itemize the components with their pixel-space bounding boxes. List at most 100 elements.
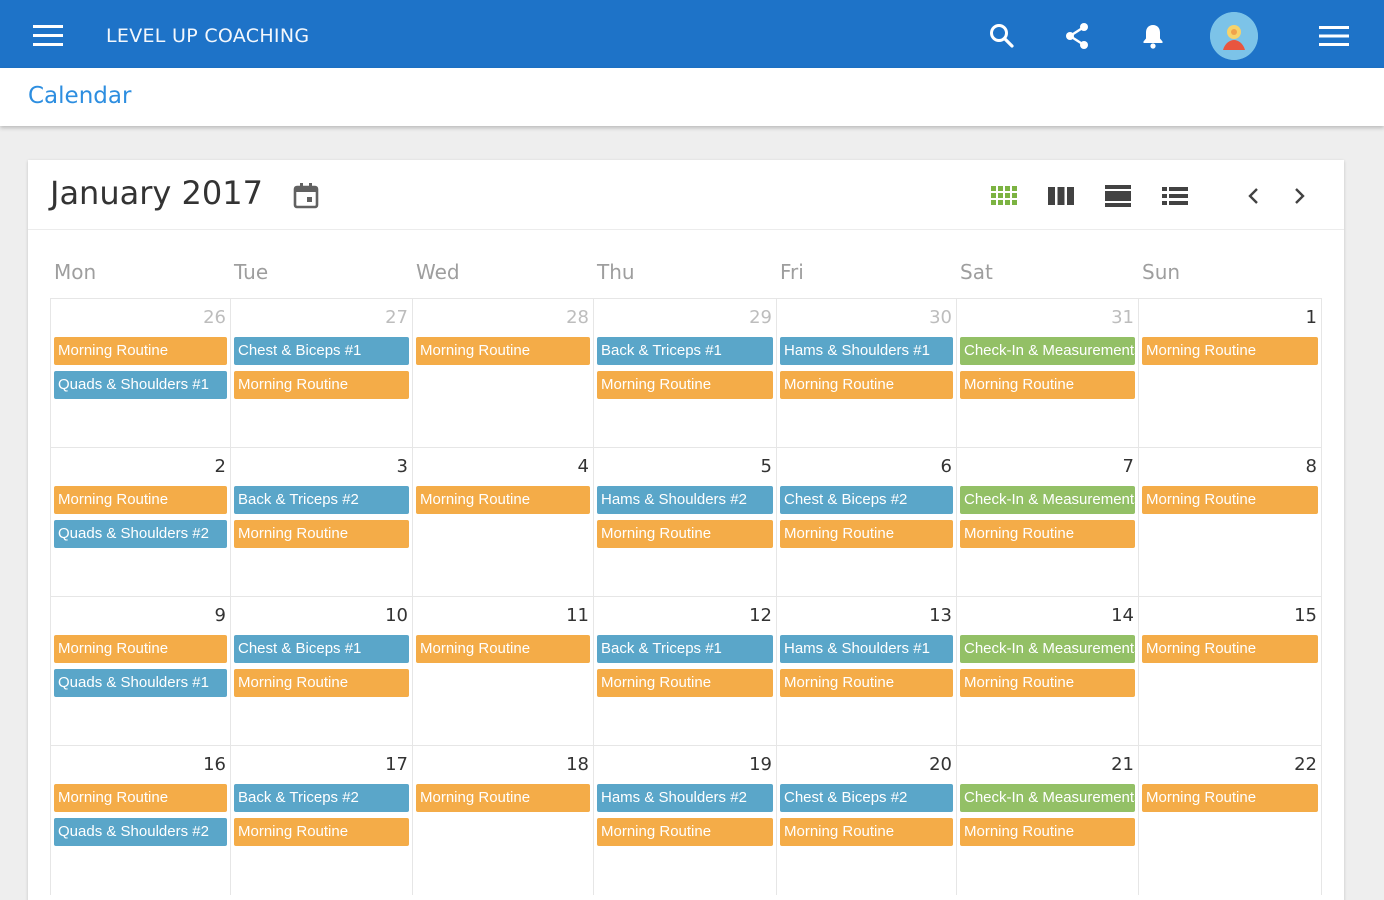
event-chip[interactable]: Morning Routine: [597, 818, 773, 846]
day-cell[interactable]: 8 Morning Routine: [1138, 448, 1322, 597]
event-chip[interactable]: Check-In & Measurements: [960, 337, 1135, 365]
day-cell[interactable]: 10 Chest & Biceps #1 Morning Routine: [230, 597, 412, 746]
event-chip[interactable]: Morning Routine: [54, 784, 227, 812]
event-chip[interactable]: Morning Routine: [960, 520, 1135, 548]
search-icon[interactable]: [982, 16, 1022, 56]
day-number: 5: [760, 456, 772, 477]
day-cell[interactable]: 28 Morning Routine: [412, 299, 593, 448]
event-chip[interactable]: Morning Routine: [1142, 635, 1318, 663]
day-cell[interactable]: 12 Back & Triceps #1 Morning Routine: [593, 597, 776, 746]
day-number: 15: [1294, 605, 1317, 626]
event-chip[interactable]: Morning Routine: [416, 635, 590, 663]
day-cell[interactable]: 16 Morning Routine Quads & Shoulders #2: [50, 746, 230, 895]
event-chip[interactable]: Chest & Biceps #2: [780, 784, 953, 812]
event-chip[interactable]: Hams & Shoulders #2: [597, 784, 773, 812]
event-chip[interactable]: Morning Routine: [416, 784, 590, 812]
month-view-icon[interactable]: [986, 178, 1022, 214]
event-chip[interactable]: Morning Routine: [54, 337, 227, 365]
event-chip[interactable]: Morning Routine: [780, 520, 953, 548]
day-cell[interactable]: 6 Chest & Biceps #2 Morning Routine: [776, 448, 956, 597]
day-cell[interactable]: 13 Hams & Shoulders #1 Morning Routine: [776, 597, 956, 746]
day-number: 4: [577, 456, 589, 477]
weekday-header: Mon Tue Wed Thu Fri Sat Sun: [50, 260, 1322, 290]
day-number: 7: [1122, 456, 1134, 477]
event-chip[interactable]: Morning Routine: [54, 635, 227, 663]
week-row: 26 Morning Routine Quads & Shoulders #1 27 C…: [50, 298, 1322, 448]
day-cell[interactable]: 7 Check-In & Measurements Morning Routine: [956, 448, 1138, 597]
event-chip[interactable]: Check-In & Measurements: [960, 635, 1135, 663]
event-chip[interactable]: Quads & Shoulders #1: [54, 669, 227, 697]
day-cell[interactable]: 2 Morning Routine Quads & Shoulders #2: [50, 448, 230, 597]
event-chip[interactable]: Hams & Shoulders #2: [597, 486, 773, 514]
event-chip[interactable]: Chest & Biceps #1: [234, 337, 409, 365]
day-cell[interactable]: 20 Chest & Biceps #2 Morning Routine: [776, 746, 956, 895]
day-cell[interactable]: 3 Back & Triceps #2 Morning Routine: [230, 448, 412, 597]
day-cell[interactable]: 4 Morning Routine: [412, 448, 593, 597]
event-chip[interactable]: Morning Routine: [234, 371, 409, 399]
event-chip[interactable]: Quads & Shoulders #2: [54, 520, 227, 548]
event-chip[interactable]: Morning Routine: [597, 669, 773, 697]
event-chip[interactable]: Morning Routine: [1142, 486, 1318, 514]
day-cell[interactable]: 1 Morning Routine: [1138, 299, 1322, 448]
list-view-icon[interactable]: [1157, 178, 1193, 214]
event-chip[interactable]: Chest & Biceps #2: [780, 486, 953, 514]
event-chip[interactable]: Back & Triceps #2: [234, 486, 409, 514]
day-cell[interactable]: 30 Hams & Shoulders #1 Morning Routine: [776, 299, 956, 448]
day-cell[interactable]: 29 Back & Triceps #1 Morning Routine: [593, 299, 776, 448]
event-chip[interactable]: Morning Routine: [597, 520, 773, 548]
day-cell[interactable]: 15 Morning Routine: [1138, 597, 1322, 746]
event-chip[interactable]: Check-In & Measurements: [960, 784, 1135, 812]
event-chip[interactable]: Back & Triceps #1: [597, 337, 773, 365]
bell-icon[interactable]: [1133, 16, 1173, 56]
menu-icon[interactable]: [28, 20, 68, 52]
day-number: 20: [929, 754, 952, 775]
month-title: January 2017: [50, 174, 263, 212]
event-chip[interactable]: Hams & Shoulders #1: [780, 337, 953, 365]
event-chip[interactable]: Morning Routine: [960, 669, 1135, 697]
chevron-right-icon[interactable]: [1284, 178, 1314, 214]
calendar-icon[interactable]: [288, 178, 324, 214]
day-number: 12: [749, 605, 772, 626]
event-chip[interactable]: Morning Routine: [234, 669, 409, 697]
day-cell[interactable]: 21 Check-In & Measurements Morning Routine: [956, 746, 1138, 895]
week-row: 16 Morning Routine Quads & Shoulders #2 17 B…: [50, 745, 1322, 895]
day-cell[interactable]: 11 Morning Routine: [412, 597, 593, 746]
event-chip[interactable]: Morning Routine: [780, 371, 953, 399]
day-cell[interactable]: 18 Morning Routine: [412, 746, 593, 895]
share-icon[interactable]: [1057, 16, 1097, 56]
event-chip[interactable]: Morning Routine: [234, 520, 409, 548]
week-view-icon[interactable]: [1043, 178, 1079, 214]
event-chip[interactable]: Morning Routine: [960, 818, 1135, 846]
event-chip[interactable]: Quads & Shoulders #2: [54, 818, 227, 846]
event-chip[interactable]: Back & Triceps #2: [234, 784, 409, 812]
day-cell[interactable]: 26 Morning Routine Quads & Shoulders #1: [50, 299, 230, 448]
event-chip[interactable]: Hams & Shoulders #1: [780, 635, 953, 663]
day-cell[interactable]: 5 Hams & Shoulders #2 Morning Routine: [593, 448, 776, 597]
event-chip[interactable]: Check-In & Measurements: [960, 486, 1135, 514]
event-chip[interactable]: Morning Routine: [597, 371, 773, 399]
event-chip[interactable]: Morning Routine: [416, 337, 590, 365]
chevron-left-icon[interactable]: [1239, 178, 1269, 214]
breadcrumb[interactable]: Calendar: [28, 83, 131, 109]
day-cell[interactable]: 19 Hams & Shoulders #2 Morning Routine: [593, 746, 776, 895]
day-cell[interactable]: 14 Check-In & Measurements Morning Routine: [956, 597, 1138, 746]
event-chip[interactable]: Morning Routine: [780, 818, 953, 846]
day-cell[interactable]: 17 Back & Triceps #2 Morning Routine: [230, 746, 412, 895]
day-cell[interactable]: 9 Morning Routine Quads & Shoulders #1: [50, 597, 230, 746]
event-chip[interactable]: Morning Routine: [960, 371, 1135, 399]
event-chip[interactable]: Morning Routine: [416, 486, 590, 514]
event-chip[interactable]: Back & Triceps #1: [597, 635, 773, 663]
event-chip[interactable]: Morning Routine: [54, 486, 227, 514]
day-cell[interactable]: 27 Chest & Biceps #1 Morning Routine: [230, 299, 412, 448]
event-chip[interactable]: Morning Routine: [780, 669, 953, 697]
day-cell[interactable]: 22 Morning Routine: [1138, 746, 1322, 895]
event-chip[interactable]: Morning Routine: [234, 818, 409, 846]
day-view-icon[interactable]: [1100, 178, 1136, 214]
menu-icon[interactable]: [1314, 16, 1354, 56]
event-chip[interactable]: Chest & Biceps #1: [234, 635, 409, 663]
event-chip[interactable]: Quads & Shoulders #1: [54, 371, 227, 399]
event-chip[interactable]: Morning Routine: [1142, 784, 1318, 812]
event-chip[interactable]: Morning Routine: [1142, 337, 1318, 365]
day-cell[interactable]: 31 Check-In & Measurements Morning Routine: [956, 299, 1138, 448]
avatar[interactable]: [1210, 12, 1258, 60]
